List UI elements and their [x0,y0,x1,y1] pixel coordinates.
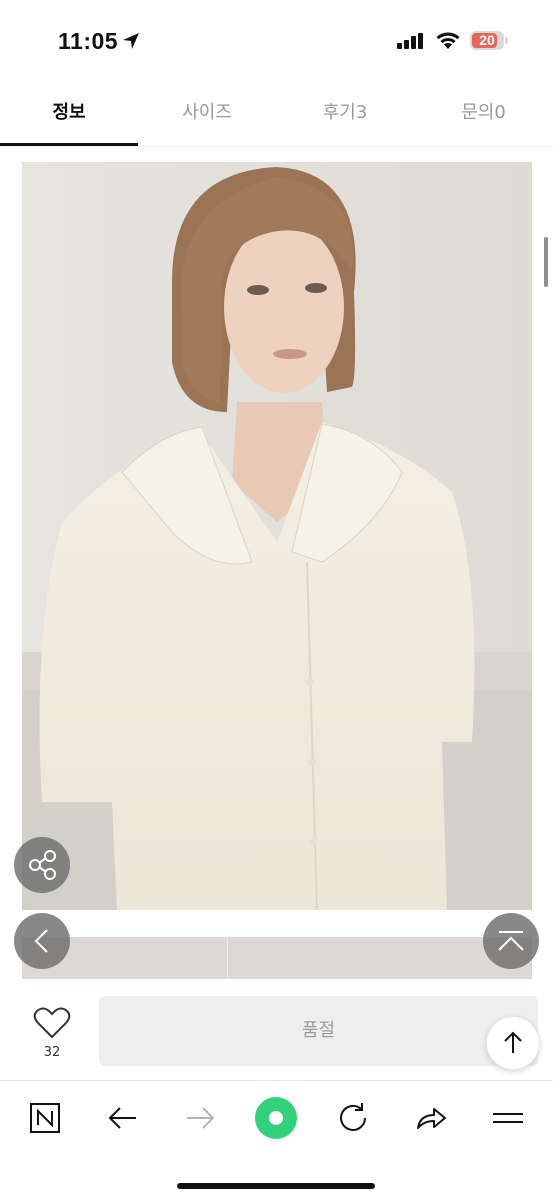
status-time: 11:05 [58,28,119,54]
scroll-to-top-button[interactable] [486,1016,540,1070]
chevron-left-icon [34,929,48,953]
reload-button[interactable] [330,1095,376,1141]
wifi-icon [436,32,460,49]
home-indicator[interactable] [177,1183,375,1189]
tab-reviews[interactable]: 후기3 [276,86,414,144]
battery-indicator: 20 [470,31,508,50]
tab-size[interactable]: 사이즈 [138,86,276,144]
naver-home-button[interactable] [22,1095,68,1141]
like-button[interactable]: 32 [26,1003,78,1065]
share-page-button[interactable] [408,1095,454,1141]
green-dot-button[interactable] [253,1095,299,1141]
tab-info[interactable]: 정보 [0,86,138,144]
soldout-button[interactable]: 품절 [99,996,538,1066]
arrow-left-icon [108,1107,136,1129]
heart-icon [33,1007,71,1039]
collapse-image-button[interactable] [483,913,539,969]
menu-button[interactable] [485,1095,531,1141]
naver-n-icon [30,1103,60,1133]
battery-level: 20 [479,32,495,48]
previous-image-button[interactable] [14,913,70,969]
back-button[interactable] [100,1095,146,1141]
tab-inquiry[interactable]: 문의0 [414,86,553,144]
next-image-preview [22,937,532,979]
hamburger-menu-icon [493,1113,523,1123]
share-button[interactable] [14,837,70,893]
reload-icon [340,1103,366,1131]
share-arrow-icon [417,1108,446,1129]
green-dot-icon [255,1097,297,1139]
scroll-indicator[interactable] [544,237,548,287]
arrow-right-icon [187,1107,215,1129]
product-image [22,162,532,910]
status-bar: 11:05 20 [0,0,553,80]
share-icon [29,850,56,880]
like-count: 32 [43,1045,61,1060]
scroll-top-icon [498,931,524,951]
tabs-divider [0,146,553,147]
forward-button[interactable] [177,1095,223,1141]
cellular-signal-icon [397,33,423,49]
arrow-up-icon [504,1031,522,1053]
location-arrow-icon [123,33,139,49]
product-tabs: 정보 사이즈 후기3 문의0 [0,86,553,146]
